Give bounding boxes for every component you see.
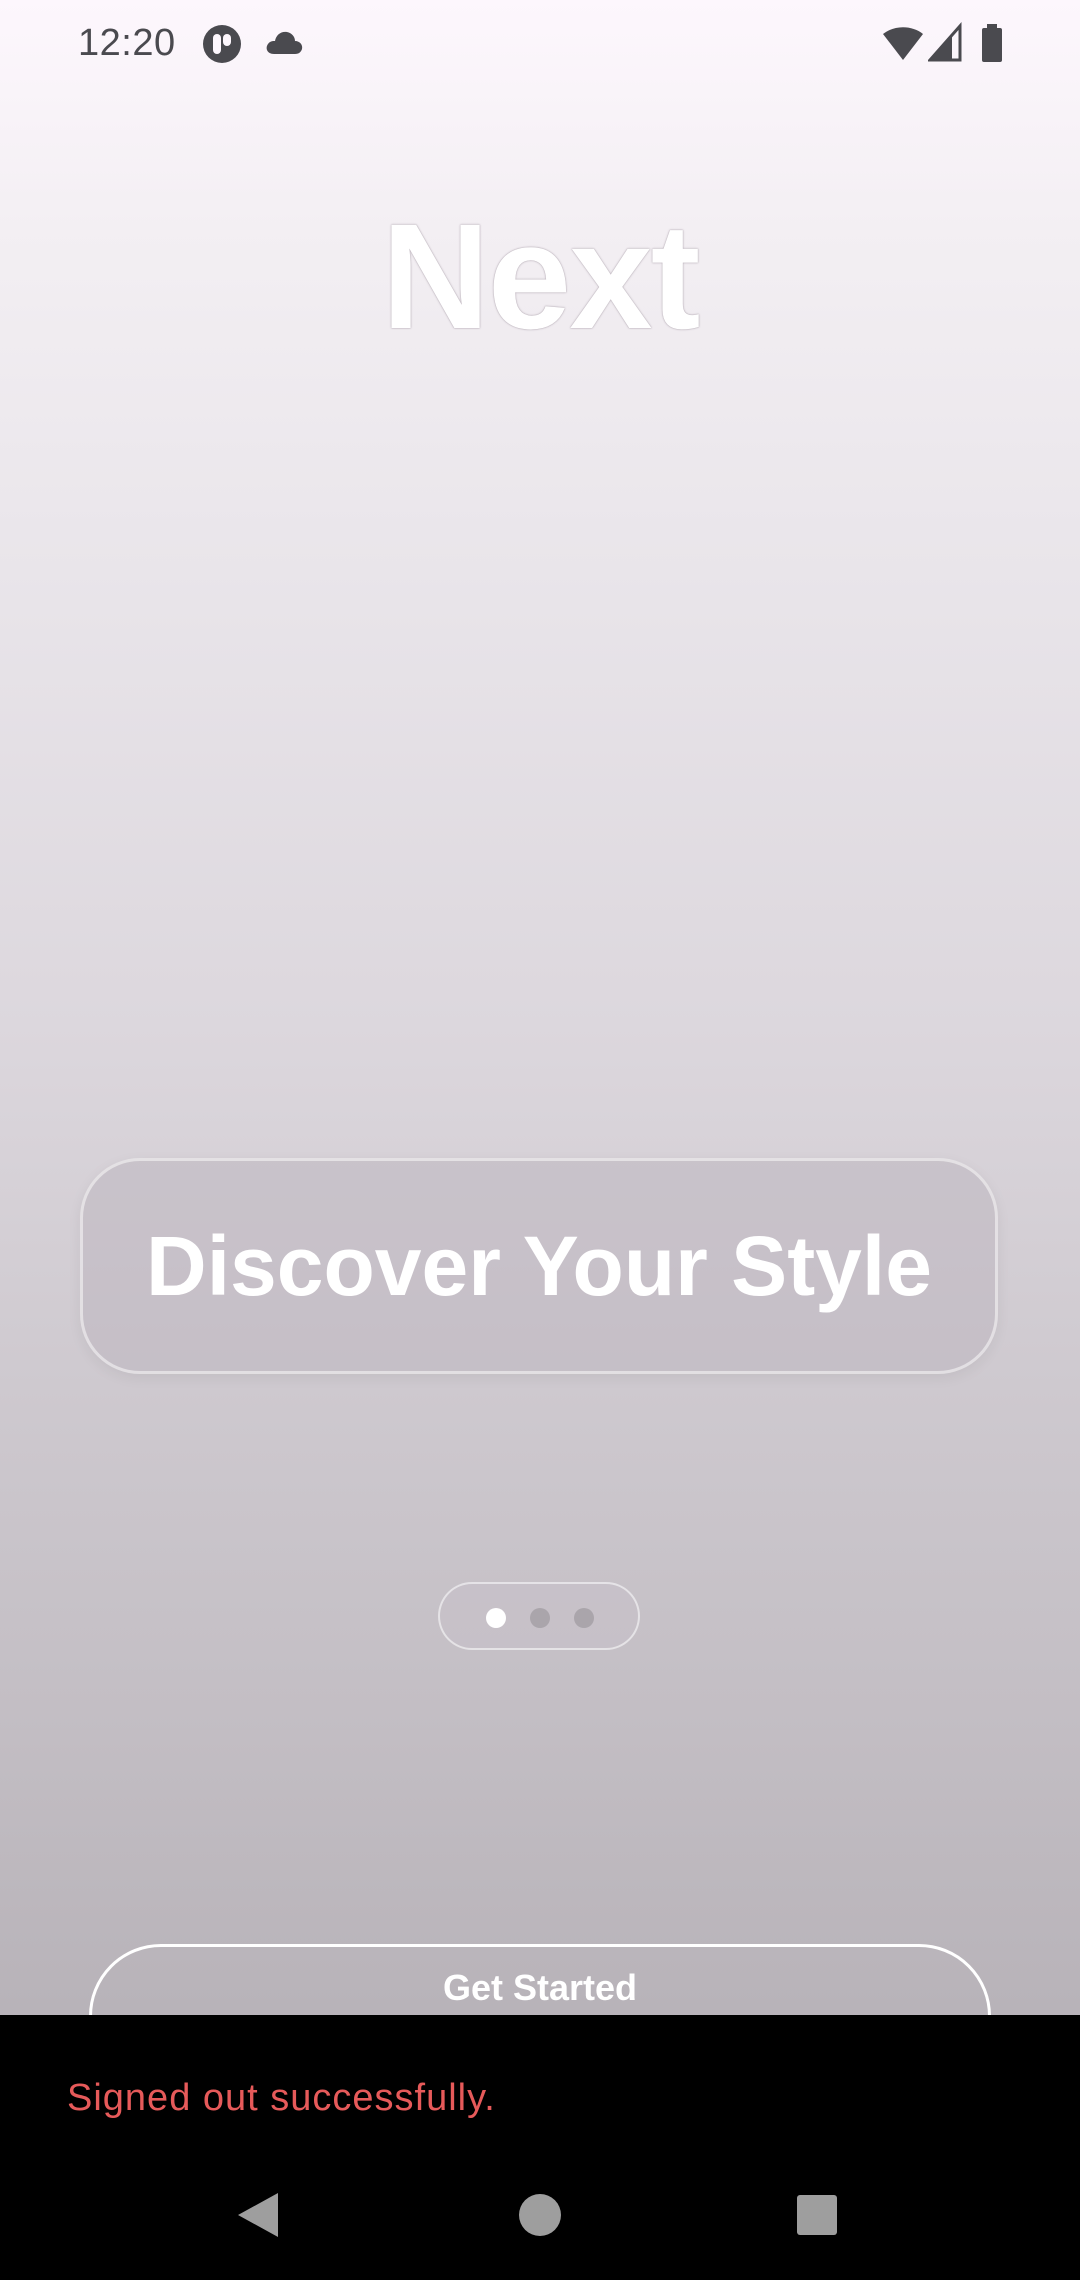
wifi-icon	[883, 27, 923, 60]
hero-title: Next	[381, 192, 700, 360]
back-icon[interactable]	[236, 2191, 280, 2239]
page-indicator[interactable]	[438, 1582, 640, 1650]
cellular-signal-icon	[928, 22, 962, 62]
page-dot[interactable]	[574, 1608, 594, 1628]
page-dot[interactable]	[530, 1608, 550, 1628]
page-dot[interactable]	[486, 1608, 506, 1628]
recents-icon[interactable]	[796, 2194, 838, 2236]
feature-card: Discover Your Style	[80, 1158, 998, 1374]
cloud-icon	[266, 31, 303, 54]
status-bar: 12:20	[0, 0, 1080, 90]
app-notification-icon	[203, 25, 241, 63]
battery-icon	[982, 24, 1002, 62]
status-time: 12:20	[78, 22, 176, 64]
home-icon[interactable]	[518, 2193, 562, 2237]
snackbar-message: Signed out successfully.	[67, 2077, 496, 2119]
snackbar: Signed out successfully.	[0, 2015, 1080, 2280]
feature-card-text: Discover Your Style	[146, 1218, 932, 1313]
